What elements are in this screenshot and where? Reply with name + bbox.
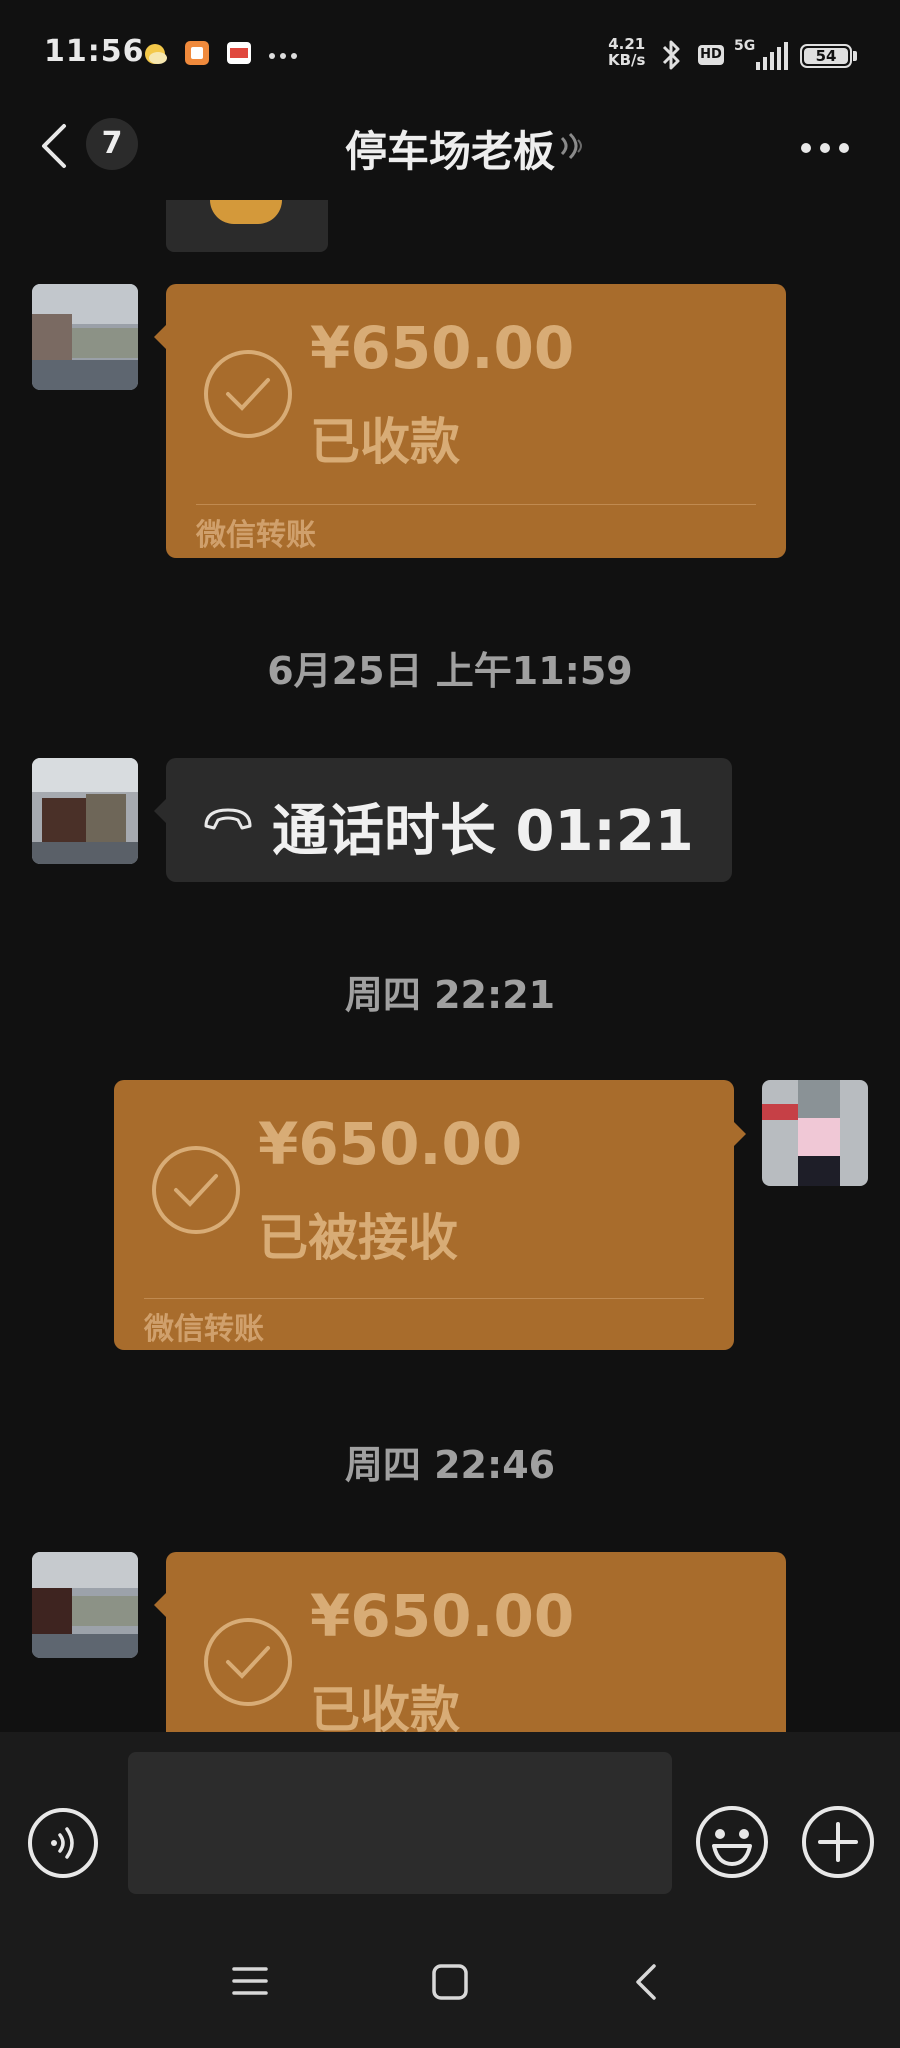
app-notification-icon bbox=[227, 42, 251, 64]
network-speed: 4.21 KB/s bbox=[608, 36, 645, 68]
hd-badge: HD bbox=[698, 45, 724, 65]
more-options-button[interactable] bbox=[800, 142, 850, 154]
transfer-footer: 微信转账 bbox=[144, 1312, 264, 1347]
contact-avatar[interactable] bbox=[32, 1552, 138, 1658]
transfer-message[interactable]: ¥650.00 已收款 bbox=[166, 1552, 786, 1732]
contact-avatar[interactable] bbox=[32, 758, 138, 864]
status-time: 11:56 bbox=[44, 34, 145, 69]
signal-icon bbox=[756, 42, 788, 70]
battery-level: 54 bbox=[804, 48, 848, 64]
call-duration: 通话时长 01:21 bbox=[272, 799, 694, 864]
transfer-divider bbox=[196, 504, 756, 505]
check-circle-icon bbox=[204, 350, 292, 438]
battery-tip bbox=[853, 51, 857, 61]
transfer-amount: ¥650.00 bbox=[310, 1582, 575, 1650]
transfer-footer: 微信转账 bbox=[196, 518, 316, 553]
battery-indicator: 54 bbox=[800, 44, 852, 68]
call-message[interactable]: 通话时长 01:21 bbox=[166, 758, 732, 882]
system-back-button[interactable] bbox=[632, 1962, 662, 2002]
transfer-message[interactable]: ¥650.00 已被接收 微信转账 bbox=[114, 1080, 734, 1350]
transfer-amount: ¥650.00 bbox=[258, 1110, 523, 1178]
message-timestamp: 6月25日 上午11:59 bbox=[267, 649, 633, 693]
network-type: 5G bbox=[734, 38, 756, 54]
transfer-divider bbox=[144, 1298, 704, 1299]
voice-input-button[interactable] bbox=[26, 1806, 100, 1880]
transfer-message[interactable]: ¥650.00 已收款 微信转账 bbox=[166, 284, 786, 558]
transfer-amount: ¥650.00 bbox=[310, 314, 575, 382]
self-avatar[interactable] bbox=[762, 1080, 868, 1186]
message-timestamp: 周四 22:46 bbox=[344, 1443, 556, 1487]
message-timestamp: 周四 22:21 bbox=[344, 973, 556, 1017]
transfer-status: 已收款 bbox=[310, 1681, 460, 1732]
transfer-status: 已被接收 bbox=[258, 1209, 458, 1267]
network-speed-value: 4.21 bbox=[608, 35, 646, 53]
home-button[interactable] bbox=[430, 1962, 470, 2002]
message-list[interactable]: ¥650.00 已收款 微信转账 6月25日 上午11:59 通话时长 01:2… bbox=[0, 200, 900, 1732]
sticker-message[interactable] bbox=[166, 200, 328, 252]
weather-icon bbox=[145, 44, 167, 64]
contact-avatar[interactable] bbox=[32, 284, 138, 390]
message-input[interactable] bbox=[128, 1752, 672, 1894]
check-circle-icon bbox=[204, 1618, 292, 1706]
check-circle-icon bbox=[152, 1146, 240, 1234]
bluetooth-icon bbox=[662, 40, 680, 70]
voice-wave-icon bbox=[560, 132, 582, 160]
emoji-button[interactable] bbox=[694, 1804, 770, 1880]
more-notifications-icon bbox=[269, 53, 297, 59]
app-notification-icon bbox=[185, 41, 209, 65]
recent-apps-button[interactable] bbox=[230, 1964, 270, 1998]
chat-title[interactable]: 停车场老板 bbox=[0, 118, 900, 179]
add-attachment-button[interactable] bbox=[800, 1804, 876, 1880]
transfer-status: 已收款 bbox=[310, 413, 460, 471]
phone-hangup-icon bbox=[204, 808, 252, 830]
network-speed-unit: KB/s bbox=[608, 51, 646, 69]
